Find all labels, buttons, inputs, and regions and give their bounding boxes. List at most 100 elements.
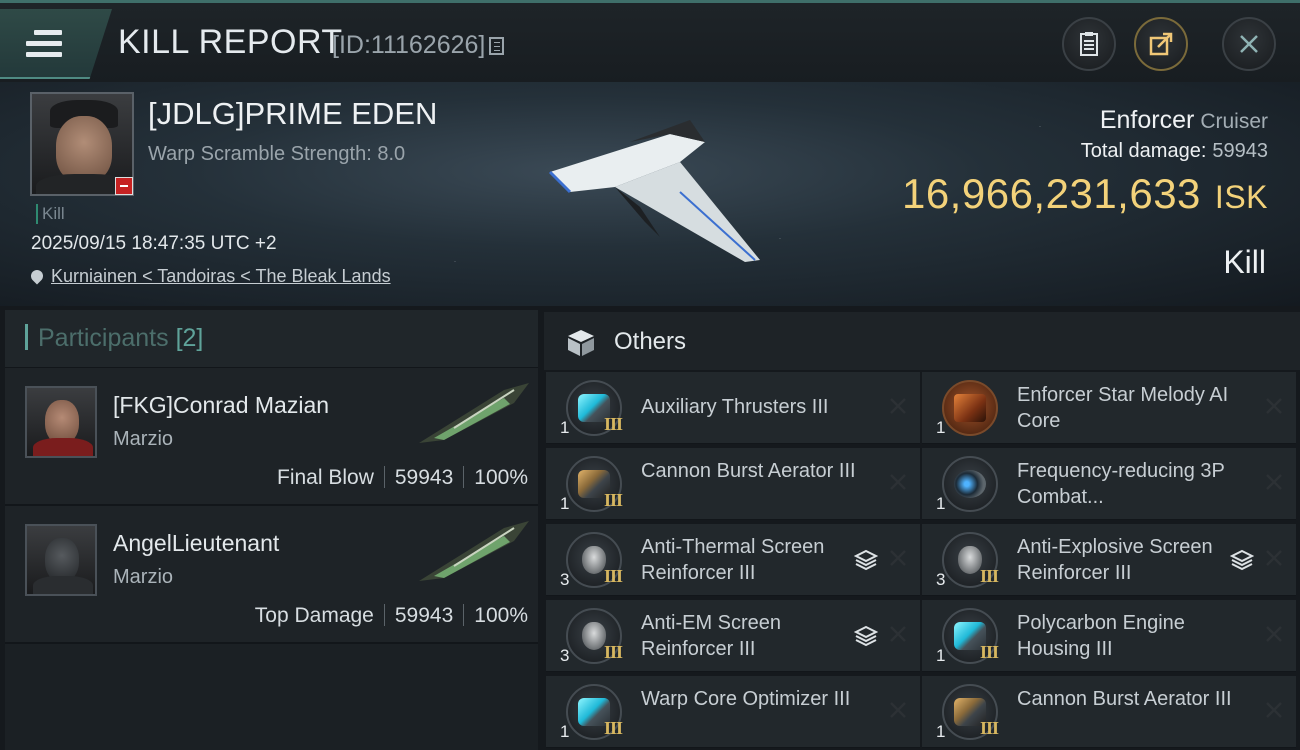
participant-damage: 59943: [394, 466, 454, 489]
participant-percent: 100%: [474, 604, 528, 627]
item-name: Auxiliary Thrusters III: [641, 396, 829, 418]
item-card[interactable]: 1 III Cannon Burst Aerator III: [922, 676, 1296, 748]
total-damage-label: Total damage:: [1080, 140, 1207, 162]
participant-ship-image: [419, 521, 529, 581]
item-quantity: 1: [936, 646, 946, 665]
others-header: Others: [544, 312, 1300, 370]
destroyed-x-icon: [1266, 398, 1282, 414]
item-card[interactable]: 1 III Warp Core Optimizer III: [546, 676, 920, 748]
menu-button[interactable]: [0, 9, 112, 79]
participant-corp: Marzio: [113, 428, 174, 450]
top-bar: KILL REPORT [ID:11162626]: [0, 0, 1300, 82]
ship-type[interactable]: Enforcer Cruiser: [1100, 106, 1268, 135]
kill-tag: Kill: [36, 204, 65, 224]
ship-class: Cruiser: [1200, 110, 1268, 133]
victim-panel: [JDLG]PRIME EDEN Warp Scramble Strength:…: [0, 82, 1300, 306]
total-damage: Total damage: 59943: [1081, 140, 1268, 163]
item-card[interactable]: 3 III Anti-Explosive Screen Reinforcer I…: [922, 524, 1296, 596]
share-button[interactable]: [1134, 17, 1188, 71]
item-quantity: 1: [936, 418, 946, 437]
close-icon: [1240, 35, 1258, 53]
total-damage-value: 59943: [1212, 140, 1268, 162]
destroyed-x-icon: [1266, 550, 1282, 566]
item-name: Anti-Explosive Screen Reinforcer III: [1017, 536, 1213, 584]
item-name: Enforcer Star Melody AI Core: [1017, 384, 1229, 432]
participant-ship-image: [419, 383, 529, 443]
item-quantity: 3: [560, 646, 570, 665]
participant-name: AngelLieutenant: [113, 530, 280, 556]
cube-icon: [568, 330, 594, 356]
item-card[interactable]: 1 Frequency-reducing 3P Combat...: [922, 448, 1296, 520]
item-quantity: 1: [936, 722, 946, 741]
participant-damage: 59943: [394, 604, 454, 627]
item-name: Anti-Thermal Screen Reinforcer III: [641, 536, 825, 584]
isk-amount: 16,966,231,633: [901, 170, 1201, 217]
participant-name: [FKG]Conrad Mazian: [113, 392, 330, 418]
item-name: Frequency-reducing 3P Combat...: [1017, 460, 1225, 508]
destroyed-x-icon: [890, 626, 906, 642]
item-tier: III: [980, 718, 999, 738]
kill-datetime: 2025/09/15 18:47:35 UTC +2: [31, 233, 277, 254]
item-tier: III: [980, 566, 999, 586]
participant-avatar[interactable]: [25, 524, 97, 596]
isk-unit: ISK: [1214, 179, 1268, 215]
warp-scramble-text: Warp Scramble Strength: 8.0: [148, 143, 406, 165]
victim-name[interactable]: [JDLG]PRIME EDEN: [148, 96, 437, 132]
victim-ship-image: [548, 120, 760, 262]
item-name: Cannon Burst Aerator III: [1017, 688, 1232, 710]
item-name: Warp Core Optimizer III: [641, 688, 851, 710]
report-id[interactable]: [ID:11162626]: [332, 31, 505, 60]
hamburger-icon: [26, 30, 62, 63]
clipboard-button[interactable]: [1062, 17, 1116, 71]
location-text: Kurniainen < Tandoiras < The Bleak Lands: [51, 266, 391, 286]
report-id-text: [ID:11162626]: [332, 31, 486, 59]
item-quantity: 3: [936, 570, 946, 589]
item-name: Anti-EM Screen Reinforcer III: [641, 612, 782, 660]
item-card[interactable]: 1 III Cannon Burst Aerator III: [546, 448, 920, 520]
item-quantity: 1: [560, 722, 570, 741]
participants-label: Participants: [38, 324, 169, 352]
item-card[interactable]: 1 III Polycarbon Engine Housing III: [922, 600, 1296, 672]
location-pin-icon: [28, 267, 46, 285]
standing-badge: [115, 177, 133, 195]
isk-value: 16,966,231,633 ISK: [902, 170, 1268, 218]
item-quantity: 1: [560, 494, 570, 513]
page-title: KILL REPORT: [118, 23, 343, 61]
participant-role: Final Blow: [277, 466, 374, 489]
destroyed-x-icon: [1266, 626, 1282, 642]
destroyed-x-icon: [890, 550, 906, 566]
participant-avatar[interactable]: [25, 386, 97, 458]
item-card[interactable]: 1 III Auxiliary Thrusters III: [546, 372, 920, 444]
participant-row[interactable]: [FKG]Conrad Mazian Marzio Final Blow 5994…: [5, 368, 538, 506]
participant-role: Top Damage: [254, 604, 374, 627]
participants-panel: Participants [2] [FKG]Conrad Mazian Marz…: [5, 310, 538, 750]
others-title: Others: [614, 328, 687, 355]
stack-layers-icon[interactable]: [854, 548, 878, 572]
result-label: Kill: [1223, 244, 1266, 280]
participant-corp: Marzio: [113, 566, 174, 588]
item-tier: III: [604, 414, 623, 434]
participant-row[interactable]: AngelLieutenant Marzio Top Damage 59943 10…: [5, 506, 538, 644]
item-name: Cannon Burst Aerator III: [641, 460, 856, 482]
close-button[interactable]: [1222, 17, 1276, 71]
item-card[interactable]: 3 III Anti-EM Screen Reinforcer III: [546, 600, 920, 672]
destroyed-x-icon: [890, 474, 906, 490]
item-card[interactable]: 3 III Anti-Thermal Screen Reinforcer III: [546, 524, 920, 596]
location-link[interactable]: Kurniainen < Tandoiras < The Bleak Lands: [28, 266, 391, 287]
ship-name: Enforcer: [1099, 106, 1195, 134]
participant-percent: 100%: [474, 466, 528, 489]
item-tier: III: [604, 718, 623, 738]
stack-layers-icon[interactable]: [1230, 548, 1254, 572]
clipboard-icon: [1080, 32, 1098, 56]
destroyed-x-icon: [1266, 702, 1282, 718]
item-tier: III: [604, 490, 623, 510]
participant-stats: Final Blow 59943 100%: [277, 466, 528, 490]
stack-layers-icon[interactable]: [854, 624, 878, 648]
participants-count: [2]: [175, 324, 204, 352]
item-tier: III: [604, 642, 623, 662]
destroyed-x-icon: [1266, 474, 1282, 490]
item-quantity: 3: [560, 570, 570, 589]
share-icon: [1149, 32, 1173, 56]
copy-icon[interactable]: [489, 37, 505, 55]
item-card[interactable]: 1 Enforcer Star Melody AI Core: [922, 372, 1296, 444]
